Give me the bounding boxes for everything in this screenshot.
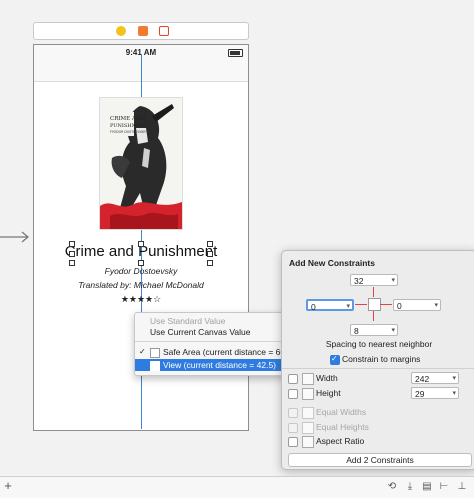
view-icon	[150, 361, 160, 371]
add-icon[interactable]: +	[2, 479, 14, 492]
equal-heights-checkbox[interactable]	[288, 423, 298, 433]
height-label: Height	[316, 388, 341, 398]
bottom-spacing-field[interactable]: 8 ▾	[350, 324, 398, 336]
width-icon	[302, 373, 314, 385]
chevron-down-icon[interactable]: ▾	[391, 275, 395, 287]
bottom-constraint-toggle[interactable]	[373, 311, 374, 321]
resize-handle[interactable]	[138, 241, 144, 247]
book-cover-image[interactable]: CRIME AND PUNISHMENT FYODOR DOSTOEVSKY	[99, 97, 183, 230]
right-spacing-field[interactable]: 0 ▾	[393, 299, 441, 311]
right-constraint-toggle[interactable]	[380, 304, 392, 305]
chevron-down-icon[interactable]: ▾	[452, 388, 456, 400]
equal-widths-icon	[302, 407, 314, 419]
add-new-constraints-icon[interactable]: ⊢	[438, 481, 450, 493]
height-icon	[302, 388, 314, 400]
cover-illustration: CRIME AND PUNISHMENT FYODOR DOSTOEVSKY	[100, 98, 182, 229]
scene-dock	[33, 22, 249, 40]
chevron-down-icon[interactable]: ▾	[452, 373, 456, 385]
entry-point-arrow-icon	[0, 231, 29, 243]
exit-icon[interactable]	[159, 26, 169, 36]
width-checkbox[interactable]	[288, 374, 298, 384]
add-constraints-popover: Add New Constraints 32 ▾ 0 ▾ 0 ▾ 8 ▾ Spa…	[281, 250, 474, 470]
left-spacing-field[interactable]: 0 ▾	[306, 299, 354, 313]
aspect-ratio-label: Aspect Ratio	[316, 436, 365, 446]
rating-stars[interactable]: ★★★★☆	[34, 294, 248, 305]
update-frames-icon[interactable]: ⟲	[386, 481, 398, 493]
constrain-to-margins-checkbox[interactable]	[330, 354, 340, 365]
resize-handle[interactable]	[69, 251, 75, 257]
checkmark-icon: ✓	[139, 347, 146, 356]
chevron-down-icon[interactable]: ▾	[346, 301, 350, 313]
width-field[interactable]: 242 ▾	[411, 372, 459, 384]
top-constraint-toggle[interactable]	[373, 287, 374, 297]
first-responder-icon[interactable]	[138, 26, 148, 36]
resize-handle[interactable]	[207, 241, 213, 247]
author-label[interactable]: Fyodor Dostoevsky	[34, 266, 248, 276]
chevron-down-icon[interactable]: ▾	[434, 300, 438, 312]
popover-title: Add New Constraints	[289, 258, 375, 268]
battery-icon	[228, 49, 243, 57]
aspect-ratio-checkbox[interactable]	[288, 437, 298, 447]
equal-widths-label: Equal Widths	[316, 407, 367, 417]
chevron-down-icon[interactable]: ▾	[391, 325, 395, 337]
embed-in-stack-icon[interactable]: ⤓	[404, 481, 416, 493]
spacing-caption: Spacing to nearest neighbor	[325, 339, 433, 349]
width-label: Width	[316, 373, 338, 383]
popover-divider	[282, 368, 474, 369]
resize-handle[interactable]	[69, 241, 75, 247]
constrain-to-margins-label: Constrain to margins	[342, 354, 421, 364]
left-constraint-toggle[interactable]	[355, 304, 367, 305]
view-controller-icon[interactable]	[116, 26, 126, 36]
cover-title-line1: CRIME AND	[110, 116, 146, 122]
align-icon[interactable]: ▤	[421, 481, 433, 493]
equal-widths-checkbox[interactable]	[288, 408, 298, 418]
resize-handle[interactable]	[207, 251, 213, 257]
top-spacing-field[interactable]: 32 ▾	[350, 274, 398, 286]
canvas-bottom-toolbar: + ⟲ ⤓ ▤ ⊢ ⊥	[0, 476, 474, 498]
equal-heights-label: Equal Heights	[316, 422, 369, 432]
equal-heights-icon	[302, 422, 314, 434]
cover-author: FYODOR DOSTOEVSKY	[110, 130, 146, 134]
add-constraints-button[interactable]: Add 2 Constraints	[288, 453, 472, 467]
translator-label[interactable]: Translated by: Michael McDonald	[34, 280, 248, 290]
height-checkbox[interactable]	[288, 389, 298, 399]
safe-area-icon	[150, 348, 160, 358]
resolve-issues-icon[interactable]: ⊥	[456, 481, 468, 493]
aspect-ratio-icon	[302, 436, 314, 448]
cover-title-line2: PUNISHMENT	[110, 123, 149, 129]
height-field[interactable]: 29 ▾	[411, 387, 459, 399]
